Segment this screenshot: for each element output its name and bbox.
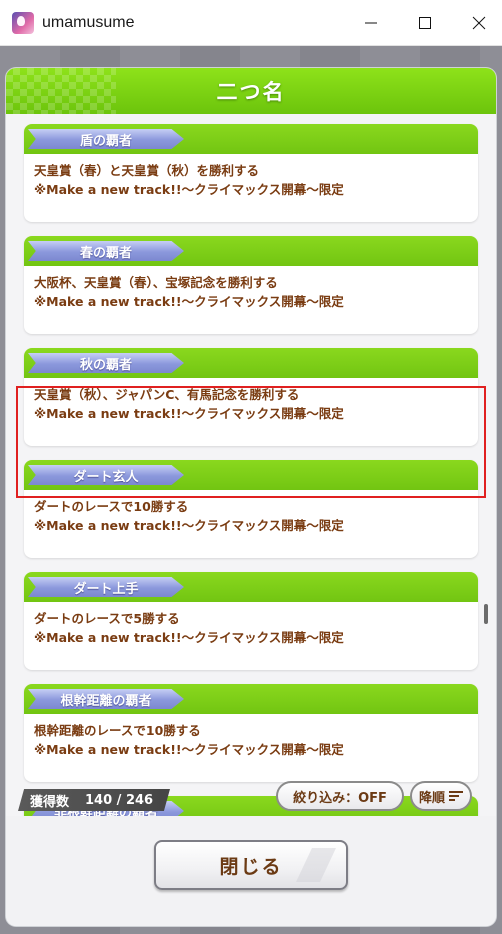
minimize-button[interactable] — [348, 0, 394, 46]
nickname-card[interactable]: 春の覇者 大阪杯、天皇賞（春）、宝塚記念を勝利する ※Make a new tr… — [24, 236, 478, 334]
maximize-icon — [419, 17, 431, 29]
card-body: 根幹距離のレースで10勝する ※Make a new track!!～クライマッ… — [24, 714, 478, 759]
nickname-card-selected[interactable]: 秋の覇者 天皇賞（秋）、ジャパンC、有馬記念を勝利する ※Make a new … — [24, 348, 478, 446]
limited-note: ※Make a new track!!～クライマックス開幕～限定 — [34, 630, 344, 645]
condition-text: 天皇賞（春）と天皇賞（秋）を勝利する — [34, 163, 260, 178]
nickname-tag: 根幹距離の覇者 — [28, 689, 184, 709]
condition-text: ダートのレースで10勝する — [34, 499, 189, 514]
dialog-header: 二つ名 — [6, 68, 496, 114]
sort-icon — [449, 789, 463, 803]
maximize-button[interactable] — [402, 0, 448, 46]
obtained-count-badge: 獲得数 140 / 246 — [18, 789, 170, 811]
count-value: 140 / 246 — [85, 792, 154, 808]
card-header: ダート上手 — [24, 572, 478, 602]
card-body: ダートのレースで10勝する ※Make a new track!!～クライマック… — [24, 490, 478, 535]
limited-note: ※Make a new track!!～クライマックス開幕～限定 — [34, 294, 344, 309]
sort-label: 降順 — [418, 790, 445, 806]
close-dialog-button[interactable]: 閉じる — [154, 840, 348, 890]
card-header: 盾の覇者 — [24, 124, 478, 154]
scrollbar-thumb[interactable] — [484, 604, 488, 624]
dialog-title: 二つ名 — [216, 80, 286, 104]
limited-note: ※Make a new track!!～クライマックス開幕～限定 — [34, 406, 344, 421]
condition-text: 天皇賞（秋）、ジャパンC、有馬記念を勝利する — [34, 387, 300, 402]
nickname-card[interactable]: 根幹距離の覇者 根幹距離のレースで10勝する ※Make a new track… — [24, 684, 478, 782]
nickname-tag: 春の覇者 — [28, 241, 184, 261]
window-title: umamusume — [42, 13, 135, 31]
nickname-tag: ダート玄人 — [28, 465, 184, 485]
nickname-card[interactable]: 盾の覇者 天皇賞（春）と天皇賞（秋）を勝利する ※Make a new trac… — [24, 124, 478, 222]
window-controls — [340, 0, 502, 46]
nickname-dialog: 二つ名 盾の覇者 天皇賞（春）と天皇賞（秋）を勝利する ※Make a new … — [6, 68, 496, 926]
nickname-tag: ダート上手 — [28, 577, 184, 597]
window-titlebar: umamusume — [0, 0, 502, 46]
nickname-card[interactable]: ダート玄人 ダートのレースで10勝する ※Make a new track!!～… — [24, 460, 478, 558]
nickname-card[interactable]: ダート上手 ダートのレースで5勝する ※Make a new track!!～ク… — [24, 572, 478, 670]
limited-note: ※Make a new track!!～クライマックス開幕～限定 — [34, 742, 344, 757]
filter-label: 絞り込み：OFF — [293, 790, 387, 806]
card-body: ダートのレースで5勝する ※Make a new track!!～クライマックス… — [24, 602, 478, 647]
app-icon — [12, 11, 34, 34]
condition-text: ダートのレースで5勝する — [34, 611, 180, 626]
header-pattern — [6, 68, 116, 114]
sort-order-button[interactable]: 降順 — [410, 781, 472, 811]
close-button-label: 閉じる — [219, 855, 283, 878]
nickname-tag: 盾の覇者 — [28, 129, 184, 149]
card-body: 天皇賞（秋）、ジャパンC、有馬記念を勝利する ※Make a new track… — [24, 378, 478, 423]
card-header: 秋の覇者 — [24, 348, 478, 378]
close-icon — [472, 16, 486, 30]
condition-text: 根幹距離のレースで10勝する — [34, 723, 201, 738]
count-label: 獲得数 — [30, 794, 70, 810]
card-header: 根幹距離の覇者 — [24, 684, 478, 714]
card-body: 天皇賞（春）と天皇賞（秋）を勝利する ※Make a new track!!～ク… — [24, 154, 478, 199]
card-header: 春の覇者 — [24, 236, 478, 266]
card-header: ダート玄人 — [24, 460, 478, 490]
nickname-list[interactable]: 盾の覇者 天皇賞（春）と天皇賞（秋）を勝利する ※Make a new trac… — [6, 114, 496, 816]
filter-button[interactable]: 絞り込み：OFF — [276, 781, 404, 811]
dialog-footer: 閉じる — [6, 816, 496, 926]
close-button[interactable] — [456, 0, 502, 46]
card-body: 大阪杯、天皇賞（春）、宝塚記念を勝利する ※Make a new track!!… — [24, 266, 478, 311]
condition-text: 大阪杯、天皇賞（春）、宝塚記念を勝利する — [34, 275, 278, 290]
minimize-icon — [365, 22, 377, 24]
limited-note: ※Make a new track!!～クライマックス開幕～限定 — [34, 182, 344, 197]
nickname-tag: 秋の覇者 — [28, 353, 184, 373]
limited-note: ※Make a new track!!～クライマックス開幕～限定 — [34, 518, 344, 533]
